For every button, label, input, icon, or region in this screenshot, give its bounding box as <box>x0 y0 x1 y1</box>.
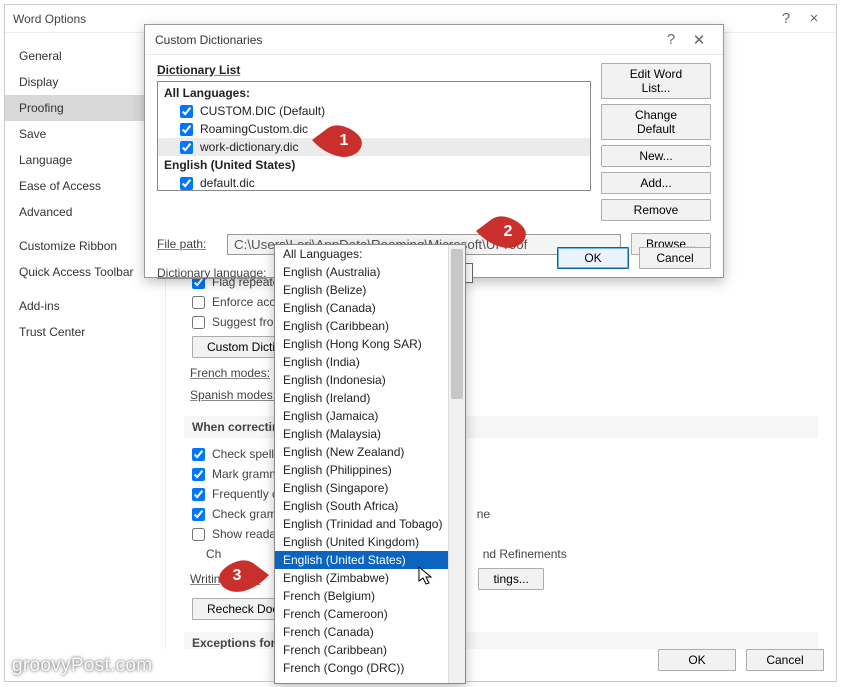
language-option[interactable]: English (Jamaica) <box>275 407 448 425</box>
scrollbar-thumb[interactable] <box>451 249 463 399</box>
enforce-acc-checkbox[interactable] <box>192 296 205 309</box>
custom-dict-help-icon[interactable]: ? <box>657 29 685 51</box>
dict-item-roaming-checkbox[interactable] <box>180 123 193 136</box>
new-dict-button[interactable]: New... <box>601 145 711 167</box>
dict-group-en-us: English (United States) <box>158 156 590 174</box>
sidebar-item-advanced[interactable]: Advanced <box>5 199 165 225</box>
word-options-sidebar: General Display Proofing Save Language E… <box>5 33 166 649</box>
dict-item-custom-checkbox[interactable] <box>180 105 193 118</box>
dict-item-default-checkbox[interactable] <box>180 177 193 190</box>
language-option[interactable]: English (Philippines) <box>275 461 448 479</box>
sidebar-item-language[interactable]: Language <box>5 147 165 173</box>
language-option[interactable]: English (South Africa) <box>275 497 448 515</box>
dict-list-caption: Dictionary List <box>157 63 591 77</box>
sidebar-item-ease[interactable]: Ease of Access <box>5 173 165 199</box>
suggest-from-label: Suggest from <box>212 315 283 329</box>
dict-item-work[interactable]: work-dictionary.dic <box>158 138 590 156</box>
options-footer: OK Cancel <box>658 649 824 671</box>
check-gram2-checkbox[interactable] <box>192 508 205 521</box>
sidebar-item-ribbon[interactable]: Customize Ribbon <box>5 233 165 259</box>
custom-dictionaries-dialog: Custom Dictionaries ? ✕ Dictionary List … <box>144 24 724 278</box>
language-option[interactable]: English (Indonesia) <box>275 371 448 389</box>
options-ok-button[interactable]: OK <box>658 649 736 671</box>
dict-group-all: All Languages: <box>158 84 590 102</box>
language-option[interactable]: English (Hong Kong SAR) <box>275 335 448 353</box>
trail-ne: ne <box>477 507 490 521</box>
language-dropdown[interactable]: All Languages:English (Australia)English… <box>274 244 466 684</box>
sidebar-item-qat[interactable]: Quick Access Toolbar <box>5 259 165 285</box>
dict-ok-button[interactable]: OK <box>557 247 629 269</box>
language-option[interactable]: All Languages: <box>275 245 448 263</box>
add-dict-button[interactable]: Add... <box>601 172 711 194</box>
language-option[interactable]: English (New Zealand) <box>275 443 448 461</box>
word-options-close-icon[interactable]: × <box>800 8 828 30</box>
dict-listbox[interactable]: All Languages: CUSTOM.DIC (Default) Roam… <box>157 81 591 191</box>
language-option[interactable]: French (Cameroon) <box>275 605 448 623</box>
spanish-modes-label: Spanish modes: <box>190 388 276 402</box>
sidebar-item-addins[interactable]: Add-ins <box>5 293 165 319</box>
word-options-help-icon[interactable]: ? <box>772 8 800 30</box>
frequently-checkbox[interactable] <box>192 488 205 501</box>
mark-grammar-checkbox[interactable] <box>192 468 205 481</box>
sidebar-item-general[interactable]: General <box>5 43 165 69</box>
language-option[interactable]: English (United Kingdom) <box>275 533 448 551</box>
change-default-button[interactable]: Change Default <box>601 104 711 140</box>
language-option[interactable]: English (United States) <box>275 551 448 569</box>
enforce-acc-label: Enforce acce <box>212 295 282 309</box>
language-option[interactable]: English (Australia) <box>275 263 448 281</box>
remove-dict-button[interactable]: Remove <box>601 199 711 221</box>
language-option[interactable]: French (Caribbean) <box>275 641 448 659</box>
dict-item-work-checkbox[interactable] <box>180 141 193 154</box>
sidebar-item-proofing[interactable]: Proofing <box>5 95 165 121</box>
edit-word-list-button[interactable]: Edit Word List... <box>601 63 711 99</box>
dict-item-default[interactable]: default.dic <box>158 174 590 191</box>
custom-dict-close-icon[interactable]: ✕ <box>685 29 713 51</box>
choice-label: Ch <box>206 547 221 561</box>
show-readab-label: Show readab <box>212 527 283 541</box>
language-option[interactable]: English (Malaysia) <box>275 425 448 443</box>
show-readab-checkbox[interactable] <box>192 528 205 541</box>
dict-language-label: Dictionary language: <box>157 266 277 280</box>
language-dropdown-list[interactable]: All Languages:English (Australia)English… <box>275 245 448 683</box>
dict-item-custom[interactable]: CUSTOM.DIC (Default) <box>158 102 590 120</box>
language-option[interactable]: French (Canada) <box>275 623 448 641</box>
sidebar-item-trust[interactable]: Trust Center <box>5 319 165 345</box>
language-option[interactable]: English (Trinidad and Tobago) <box>275 515 448 533</box>
custom-dict-titlebar: Custom Dictionaries ? ✕ <box>145 25 723 55</box>
language-option[interactable]: English (Singapore) <box>275 479 448 497</box>
dropdown-scrollbar[interactable] <box>448 245 465 683</box>
dict-item-roaming[interactable]: RoamingCustom.dic <box>158 120 590 138</box>
refinements-trail: nd Refinements <box>483 547 567 561</box>
dict-cancel-button[interactable]: Cancel <box>639 247 711 269</box>
frequently-label: Frequently c <box>212 487 278 501</box>
options-cancel-button[interactable]: Cancel <box>746 649 824 671</box>
settings-button[interactable]: tings... <box>478 568 543 590</box>
language-option[interactable]: English (India) <box>275 353 448 371</box>
sidebar-item-display[interactable]: Display <box>5 69 165 95</box>
french-modes-label: French modes: <box>190 366 270 380</box>
custom-dict-title: Custom Dictionaries <box>155 33 657 47</box>
check-spelling-checkbox[interactable] <box>192 448 205 461</box>
language-option[interactable]: French (Belgium) <box>275 587 448 605</box>
writing-style-label: Writing Style: <box>190 572 260 586</box>
language-option[interactable]: English (Belize) <box>275 281 448 299</box>
suggest-from-checkbox[interactable] <box>192 316 205 329</box>
sidebar-item-save[interactable]: Save <box>5 121 165 147</box>
language-option[interactable]: English (Canada) <box>275 299 448 317</box>
language-option[interactable]: English (Caribbean) <box>275 317 448 335</box>
file-path-label: File path: <box>157 237 217 251</box>
language-option[interactable]: English (Zimbabwe) <box>275 569 448 587</box>
language-option[interactable]: French (Congo (DRC)) <box>275 659 448 677</box>
language-option[interactable]: English (Ireland) <box>275 389 448 407</box>
